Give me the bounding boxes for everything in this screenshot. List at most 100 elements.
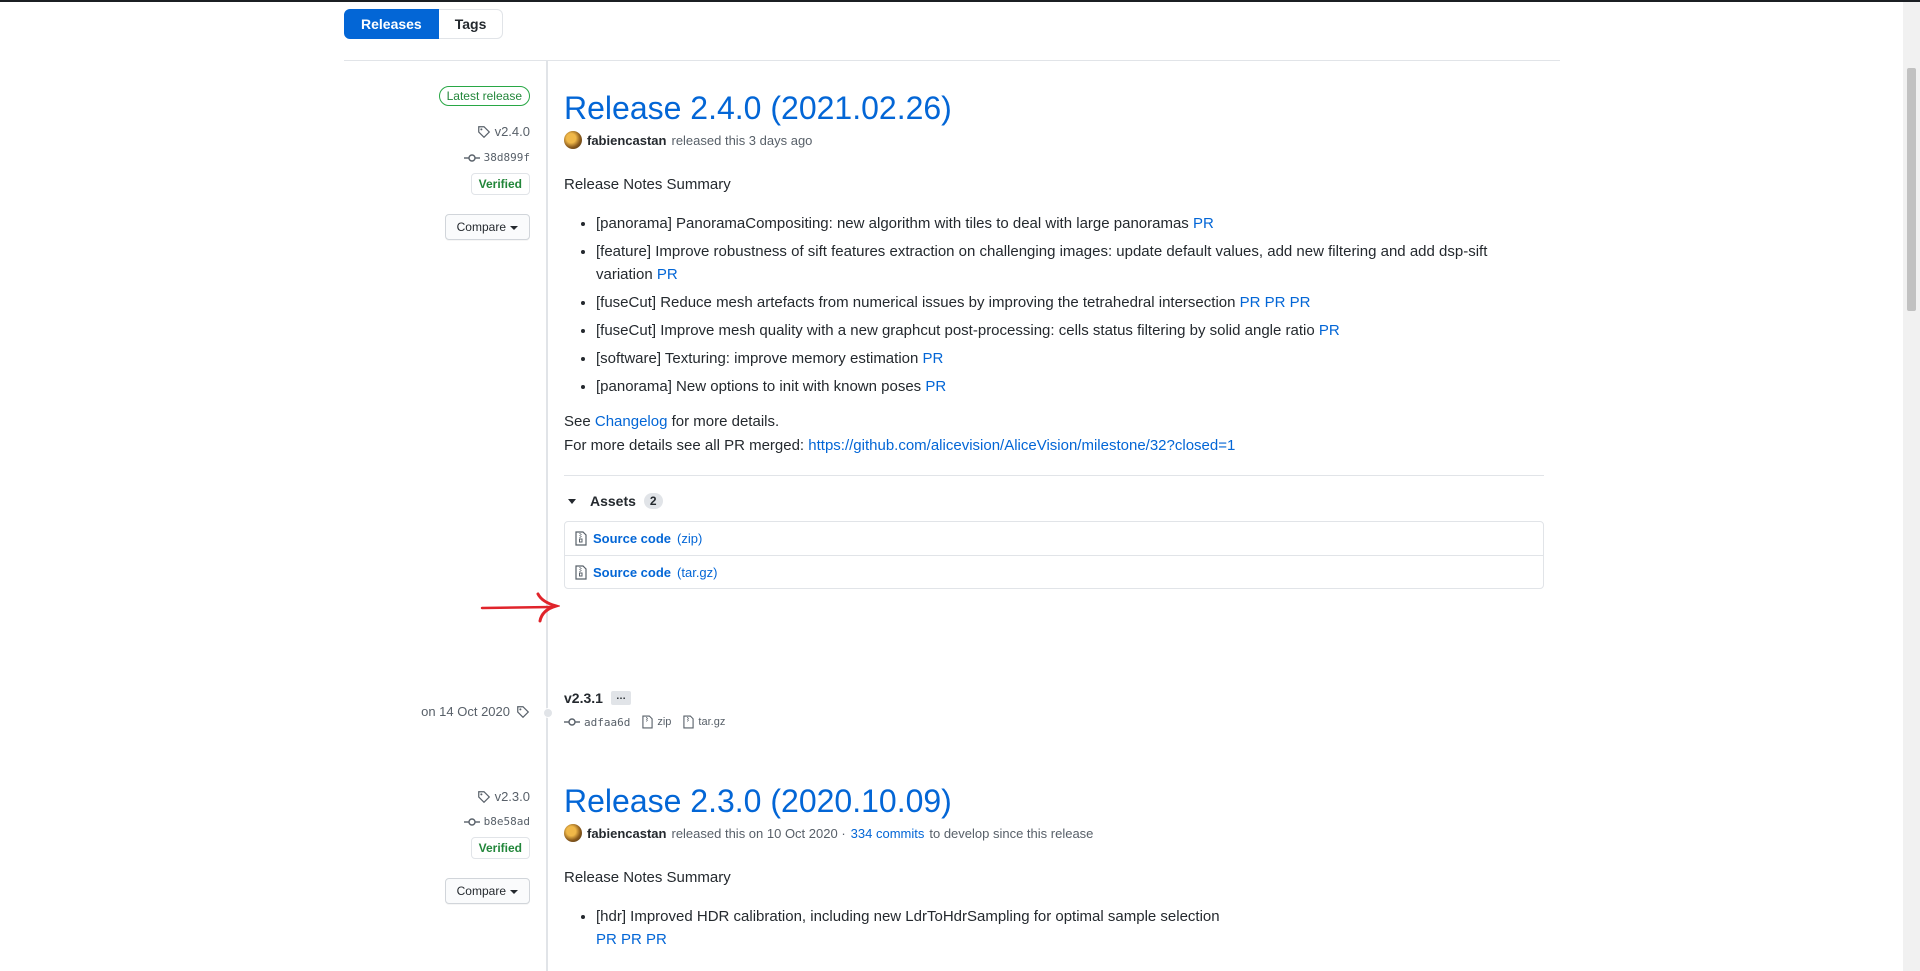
release1-summary-heading: Release Notes Summary bbox=[564, 176, 731, 193]
release1-released-text: released this 3 days ago bbox=[671, 132, 813, 148]
release2-tag-label: v2.3.0 bbox=[494, 789, 530, 804]
list-item: [panorama] New options to init with know… bbox=[596, 375, 1544, 398]
release2-byline: fabiencastan released this on 10 Oct 202… bbox=[564, 824, 1544, 842]
release2-title[interactable]: Release 2.3.0 (2020.10.09) bbox=[564, 781, 1544, 821]
tag-entry-date-row: on 14 Oct 2020 bbox=[421, 704, 530, 719]
release1-tag-label: v2.4.0 bbox=[494, 124, 530, 139]
compare-button[interactable]: Compare bbox=[444, 878, 530, 904]
tag-entry-targz[interactable]: tar.gz bbox=[683, 715, 725, 729]
milestone-line: For more details see all PR merged: http… bbox=[564, 437, 1236, 454]
compare-label: Compare bbox=[456, 884, 506, 898]
avatar[interactable] bbox=[564, 131, 582, 149]
pr-link[interactable]: PR bbox=[1319, 322, 1340, 339]
latest-release-badge: Latest release bbox=[438, 86, 530, 106]
pr-link[interactable]: PR bbox=[923, 350, 944, 367]
release1-tag[interactable]: v2.4.0 bbox=[477, 124, 530, 139]
list-item: [hdr] Improved HDR calibration, includin… bbox=[596, 905, 1544, 951]
release1-verified-row: Verified bbox=[470, 173, 530, 195]
vertical-scrollbar[interactable] bbox=[1903, 2, 1920, 971]
tag-entry-zip[interactable]: zip bbox=[642, 715, 671, 729]
release1-notes-list: [panorama] PanoramaCompositing: new algo… bbox=[564, 212, 1544, 398]
release2-main: Release 2.3.0 (2020.10.09) fabiencastan … bbox=[564, 781, 1544, 956]
caret-down-icon bbox=[510, 889, 518, 894]
release2-released-text: released this on 10 Oct 2020 · bbox=[671, 825, 846, 841]
list-item: [panorama] PanoramaCompositing: new algo… bbox=[596, 212, 1544, 235]
assets-counter: 2 bbox=[643, 493, 663, 509]
pr-link[interactable]: PR bbox=[1290, 294, 1311, 311]
file-zip-icon bbox=[575, 531, 587, 546]
releases-page: Releases Tags Latest release v2.4.0 38d8… bbox=[344, 0, 1560, 971]
release1-author[interactable]: fabiencastan bbox=[587, 133, 666, 148]
annotation-arrow-icon bbox=[480, 592, 560, 623]
asset-row-targz[interactable]: Source code (tar.gz) bbox=[565, 555, 1543, 588]
pr-link[interactable]: PR bbox=[646, 931, 667, 948]
tag-icon bbox=[477, 790, 490, 803]
verified-badge[interactable]: Verified bbox=[470, 173, 530, 195]
pr-link[interactable]: PR bbox=[1193, 215, 1214, 232]
timeline-line bbox=[546, 61, 548, 971]
tab-releases[interactable]: Releases bbox=[344, 9, 439, 39]
changelog-line: See Changelog for more details. bbox=[564, 413, 780, 430]
assets-label: Assets bbox=[590, 493, 636, 509]
avatar[interactable] bbox=[564, 824, 582, 842]
release2-author[interactable]: fabiencastan bbox=[587, 826, 666, 841]
pr-link[interactable]: PR bbox=[657, 266, 678, 283]
release2-notes-list: [hdr] Improved HDR calibration, includin… bbox=[564, 905, 1544, 951]
release2-notes: Release Notes Summary [hdr] Improved HDR… bbox=[564, 866, 1544, 951]
list-item: [software] Texturing: improve memory est… bbox=[596, 347, 1544, 370]
latest-release-row: Latest release bbox=[438, 86, 530, 106]
pr-link[interactable]: PR bbox=[621, 931, 642, 948]
tag-entry-date: on 14 Oct 2020 bbox=[421, 704, 510, 719]
triangle-down-icon bbox=[568, 498, 576, 504]
verified-badge[interactable]: Verified bbox=[470, 837, 530, 859]
list-item: [fuseCut] Improve mesh quality with a ne… bbox=[596, 319, 1544, 342]
tag-entry-commit[interactable]: adfaa6d bbox=[564, 716, 630, 729]
compare-button[interactable]: Compare bbox=[444, 214, 530, 240]
header-divider bbox=[344, 60, 1560, 61]
tab-tags[interactable]: Tags bbox=[438, 9, 504, 39]
releases-tags-switch: Releases Tags bbox=[344, 9, 504, 39]
list-item: [fuseCut] Reduce mesh artefacts from num… bbox=[596, 291, 1544, 314]
release1-main: Release 2.4.0 (2021.02.26) fabiencastan … bbox=[564, 88, 1544, 589]
caret-down-icon bbox=[510, 225, 518, 230]
release1-compare-row: Compare bbox=[444, 214, 530, 240]
release2-commit-sha: b8e58ad bbox=[483, 815, 530, 828]
asset-ext[interactable]: (tar.gz) bbox=[677, 565, 717, 580]
changelog-link[interactable]: Changelog bbox=[595, 413, 668, 430]
pr-link[interactable]: PR bbox=[1265, 294, 1286, 311]
tag-icon bbox=[477, 125, 490, 138]
timeline-dot bbox=[543, 708, 553, 718]
tag-entry-links: adfaa6d zip tar.gz bbox=[564, 715, 1544, 729]
pr-link[interactable]: PR bbox=[925, 378, 946, 395]
compare-label: Compare bbox=[456, 220, 506, 234]
release2-commit[interactable]: b8e58ad bbox=[463, 815, 530, 828]
release2-verified-row: Verified bbox=[470, 837, 530, 859]
commits-link[interactable]: 334 commits bbox=[851, 826, 925, 841]
release2-summary-heading: Release Notes Summary bbox=[564, 869, 731, 886]
asset-ext[interactable]: (zip) bbox=[677, 531, 702, 546]
release1-byline: fabiencastan released this 3 days ago bbox=[564, 131, 1544, 149]
asset-name[interactable]: Source code bbox=[593, 531, 671, 546]
pr-link[interactable]: PR bbox=[596, 931, 617, 948]
tag-entry-title-row: v2.3.1 … bbox=[564, 690, 1544, 706]
pr-link[interactable]: PR bbox=[1240, 294, 1261, 311]
release2-compare-row: Compare bbox=[444, 878, 530, 904]
list-item: [feature] Improve robustness of sift fea… bbox=[596, 240, 1544, 286]
milestone-link[interactable]: https://github.com/alicevision/AliceVisi… bbox=[808, 437, 1235, 454]
release1-commit[interactable]: 38d899f bbox=[463, 151, 530, 164]
tag-entry: v2.3.1 … adfaa6d zip tar.gz bbox=[564, 690, 1544, 729]
release2-tag[interactable]: v2.3.0 bbox=[477, 789, 530, 804]
assets-toggle[interactable]: Assets 2 bbox=[564, 493, 1544, 509]
asset-name[interactable]: Source code bbox=[593, 565, 671, 580]
ellipsis-button[interactable]: … bbox=[610, 691, 631, 705]
scrollbar-thumb[interactable] bbox=[1907, 68, 1916, 311]
commit-icon bbox=[463, 153, 480, 162]
release2-commits-suffix: to develop since this release bbox=[929, 825, 1094, 841]
tag-icon bbox=[517, 705, 530, 718]
asset-row-zip[interactable]: Source code (zip) bbox=[565, 522, 1543, 555]
file-zip-icon bbox=[683, 715, 695, 729]
commit-icon bbox=[463, 817, 480, 826]
release1-notes: Release Notes Summary [panorama] Panoram… bbox=[564, 173, 1544, 457]
tag-entry-name[interactable]: v2.3.1 bbox=[564, 690, 603, 706]
release1-title[interactable]: Release 2.4.0 (2021.02.26) bbox=[564, 88, 1544, 128]
